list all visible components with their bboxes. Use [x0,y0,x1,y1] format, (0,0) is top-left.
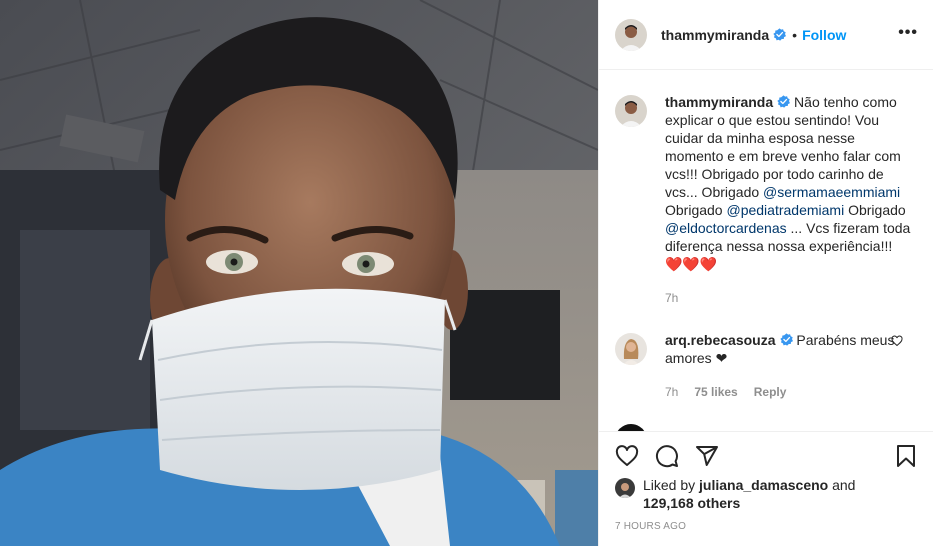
post-sidebar: thammymiranda • Follow ••• thammymiranda… [598,0,933,546]
selfie-image [0,0,598,546]
mention-link[interactable]: @eldoctorcardenas [665,220,787,236]
comment-icon[interactable] [655,444,679,468]
more-icon[interactable]: ••• [898,24,918,42]
caption-author-avatar[interactable] [615,95,647,127]
comment-time[interactable]: 7h [665,383,678,401]
share-icon[interactable] [695,444,719,468]
liked-by-and: and [828,477,856,493]
caption-username[interactable]: thammymiranda [665,94,773,110]
author-avatar[interactable] [615,18,647,51]
save-area [894,444,918,468]
next-comment-avatar[interactable] [615,424,647,431]
caption-meta: 7h [665,289,913,307]
likes-count[interactable]: 129,168 others [643,495,740,511]
comment-item: arq.rebecasouza Parabéns meus amores ❤ 7… [615,331,915,401]
follow-button[interactable]: Follow [802,27,846,43]
instagram-post: thammymiranda • Follow ••• thammymiranda… [0,0,933,546]
caption-text: Obrigado [844,202,906,218]
commenter-avatar[interactable] [615,333,647,365]
bookmark-icon[interactable] [894,444,918,468]
header-separator: • [792,26,798,43]
post-actions: Liked by juliana_damasceno and 129,168 o… [599,431,933,546]
caption-time[interactable]: 7h [665,289,678,307]
reply-button[interactable]: Reply [754,383,787,401]
author-username[interactable]: thammymiranda [661,27,769,43]
liked-by: Liked by juliana_damasceno and 129,168 o… [615,476,903,512]
post-timestamp[interactable]: 7 HOURS AGO [615,521,686,532]
liker-username[interactable]: juliana_damasceno [699,477,828,493]
comment-meta: 7h 75 likes Reply [665,383,913,401]
mention-link[interactable]: @pediatrademiami [726,202,844,218]
comment-likes[interactable]: 75 likes [694,383,737,401]
caption-item: thammymiranda Não tenho como explicar o … [615,93,915,307]
comment-body: arq.rebecasouza Parabéns meus amores ❤ 7… [665,331,913,401]
comments-list: thammymiranda Não tenho como explicar o … [599,71,933,431]
verified-badge-icon [777,95,791,108]
caption-text: Obrigado [665,202,727,218]
caption-body: thammymiranda Não tenho como explicar o … [665,93,913,307]
liker-avatar[interactable] [615,478,635,498]
comment-like-heart-icon[interactable] [891,335,903,347]
liked-by-text: Liked by juliana_damasceno and 129,168 o… [643,476,903,512]
post-header: thammymiranda • Follow ••• [599,0,933,70]
verified-badge-icon [779,333,793,346]
heart-icon[interactable] [615,444,639,468]
action-icons [615,444,719,468]
mention-link[interactable]: @sermamaeemmiami [763,184,900,200]
commenter-username[interactable]: arq.rebecasouza [665,332,776,348]
verified-badge-icon [773,28,787,41]
liked-by-prefix: Liked by [643,477,700,493]
post-photo[interactable] [0,0,598,546]
